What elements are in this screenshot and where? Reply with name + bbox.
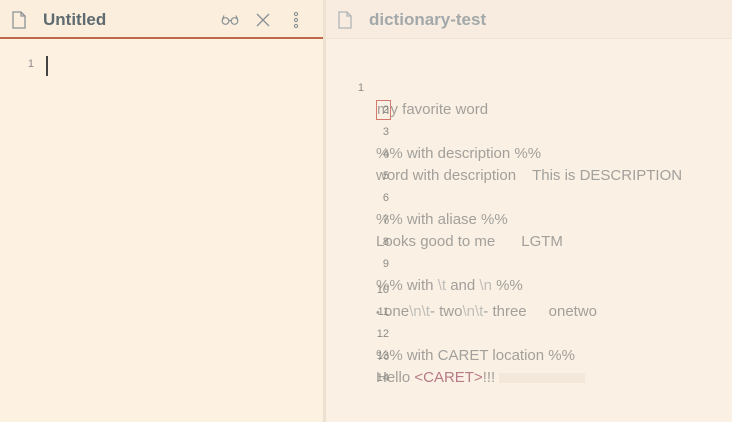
more-options-icon[interactable] bbox=[286, 10, 306, 30]
editor-line: 6 %% with aliase %% bbox=[326, 165, 732, 228]
close-icon[interactable] bbox=[253, 10, 273, 30]
text-cursor bbox=[46, 56, 48, 76]
editor-line: 2 bbox=[326, 77, 732, 116]
editor-line: 5 bbox=[326, 143, 732, 182]
reading-view-icon[interactable] bbox=[220, 10, 240, 30]
editor-line: 1 my favorite word bbox=[326, 55, 732, 120]
ghost-highlight bbox=[499, 373, 586, 384]
editor-line: 13 Hello <CARET>!!! bbox=[326, 323, 732, 386]
line-number: 1 bbox=[27, 58, 34, 70]
editor-line: 7 Looks good to me LGTM bbox=[326, 187, 732, 250]
right-tab-header: dictionary-test bbox=[326, 0, 732, 39]
editor-line: 11 bbox=[326, 279, 732, 318]
left-editor-pane: Untitled 1 bbox=[0, 0, 323, 422]
editor-line: 12 %% with CARET location %% bbox=[326, 301, 732, 364]
tab-title[interactable]: Untitled bbox=[43, 10, 106, 30]
right-editor-pane: dictionary-test 1 my favorite word 2 3 %… bbox=[326, 0, 732, 422]
line-number: 14 bbox=[376, 372, 390, 384]
file-icon bbox=[12, 11, 26, 29]
editor-line: 4 word with description This is DESCRIPTI… bbox=[326, 121, 732, 184]
editor-line: 3 %% with description %% bbox=[326, 99, 732, 162]
caret-placeholder: <CARET> bbox=[414, 369, 483, 386]
editor-line: 14 bbox=[326, 345, 732, 384]
tab-title[interactable]: dictionary-test bbox=[369, 10, 486, 30]
file-icon bbox=[338, 11, 352, 29]
editor-line: 8 bbox=[326, 209, 732, 248]
right-editor[interactable]: 1 my favorite word 2 3 %% with descripti… bbox=[326, 40, 732, 422]
line-text: Hello <CARET>!!! bbox=[376, 367, 586, 389]
left-editor[interactable]: 1 bbox=[0, 40, 323, 422]
left-tab-header: Untitled bbox=[0, 0, 323, 39]
editor-line: 10 • one\n\t- two\n\t- three onetwo bbox=[326, 257, 732, 320]
editor-line: 9 %% with \t and \n %% bbox=[326, 231, 732, 294]
